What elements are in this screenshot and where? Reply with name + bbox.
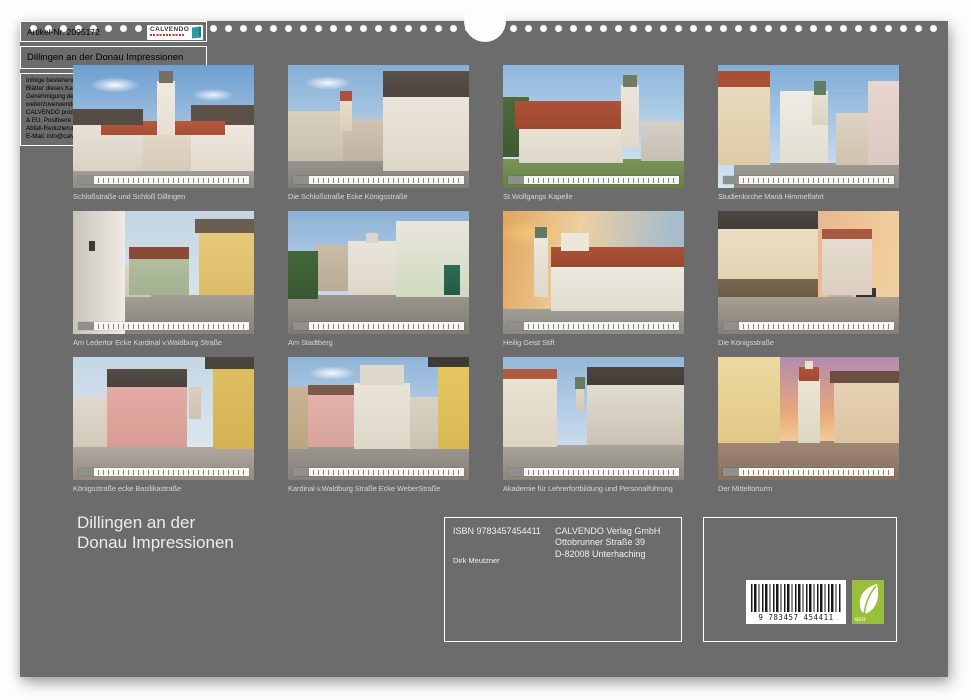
month-caption: Am Stadtberg: [288, 338, 469, 349]
month-caption: Die Königsstraße: [718, 338, 899, 349]
month-thumbnail: Der Mitteltorturm: [718, 357, 899, 495]
month-photo: [718, 211, 899, 334]
month-thumbnail: Studienkirche Mariä Himmelfahrt: [718, 65, 899, 203]
publisher-address: CALVENDO Verlag GmbH Ottobrunner Straße …: [555, 526, 660, 560]
month-caption: Am Ledertor Ecke Kardinal v.Waldburg Str…: [73, 338, 254, 349]
month-caption: Die Schloßstraße Ecke Königsstraße: [288, 192, 469, 203]
month-photo: [503, 357, 684, 480]
month-caption: Akademie für Lehrerfortbildung und Perso…: [503, 484, 684, 495]
publisher-city: D-82008 Unterhaching: [555, 549, 660, 560]
month-thumbnail: Schloßstraße und Schloß Dillingen: [73, 65, 254, 203]
publisher-box: ISBN 9783457454411 CALVENDO Verlag GmbH …: [444, 517, 682, 642]
month-caption: Heilig Geist Stift: [503, 338, 684, 349]
month-caption: Schloßstraße und Schloß Dillingen: [73, 192, 254, 203]
author-name: Dirk Meutzner: [453, 556, 500, 565]
mini-calendar-strip: [723, 322, 894, 330]
mini-calendar-strip: [508, 176, 679, 184]
mini-calendar-strip: [78, 176, 249, 184]
calvendo-logo-tagline: [150, 34, 184, 36]
month-photo: [288, 357, 469, 480]
thumbnail-grid: Schloßstraße und Schloß Dillingen Die Sc…: [73, 65, 899, 495]
month-photo: [73, 65, 254, 188]
month-thumbnail: Die Schloßstraße Ecke Königsstraße: [288, 65, 469, 203]
mini-calendar-strip: [508, 322, 679, 330]
publisher-street: Ottobrunner Straße 39: [555, 537, 660, 548]
back-title-line2: Donau Impressionen: [77, 533, 234, 553]
month-caption: Kardinal v.Waldburg Straße Ecke WeberStr…: [288, 484, 469, 495]
month-photo: [503, 65, 684, 188]
mini-calendar-strip: [78, 468, 249, 476]
month-caption: St.Wolfgangs Kapelle: [503, 192, 684, 203]
mini-calendar-strip: [723, 468, 894, 476]
month-thumbnail: Am Ledertor Ecke Kardinal v.Waldburg Str…: [73, 211, 254, 349]
back-title-line1: Dillingen an der: [77, 513, 234, 533]
leaf-icon: [856, 583, 880, 617]
eco-label: eco: [852, 580, 884, 624]
month-caption: Der Mitteltorturm: [718, 484, 899, 495]
month-thumbnail: Die Königsstraße: [718, 211, 899, 349]
month-photo: [288, 211, 469, 334]
month-caption: Studienkirche Mariä Himmelfahrt: [718, 192, 899, 203]
mini-calendar-strip: [293, 322, 464, 330]
ean-barcode: 9 783457 454411: [746, 580, 846, 624]
article-number: Artikel-Nr. 2095172: [27, 27, 100, 37]
back-title: Dillingen an der Donau Impressionen: [77, 513, 234, 554]
month-photo: [718, 65, 899, 188]
calvendo-logo: CALVENDO: [147, 25, 203, 40]
month-thumbnail: Am Stadtberg: [288, 211, 469, 349]
barcode-digits: 9 783457 454411: [751, 613, 841, 622]
month-thumbnail: Heilig Geist Stift: [503, 211, 684, 349]
barcode-bars: [751, 584, 841, 612]
month-thumbnail: Königsstraße ecke Basilikastraße: [73, 357, 254, 495]
month-photo: [718, 357, 899, 480]
calendar-page: Schloßstraße und Schloß Dillingen Die Sc…: [20, 21, 948, 677]
isbn-number: ISBN 9783457454411: [453, 526, 541, 536]
mini-calendar-strip: [293, 468, 464, 476]
month-photo: [288, 65, 469, 188]
mini-calendar-strip: [293, 176, 464, 184]
hanging-notch: [464, 0, 506, 42]
calvendo-book-icon: [192, 26, 201, 38]
article-number-row: Artikel-Nr. 2095172 CALVENDO: [20, 21, 207, 42]
mini-calendar-strip: [508, 468, 679, 476]
mini-calendar-strip: [723, 176, 894, 184]
barcode-box: 9 783457 454411 eco: [703, 517, 897, 642]
month-photo: [503, 211, 684, 334]
month-photo: [73, 357, 254, 480]
mini-calendar-strip: [78, 322, 249, 330]
month-photo: [73, 211, 254, 334]
month-thumbnail: Akademie für Lehrerfortbildung und Perso…: [503, 357, 684, 495]
month-caption: Königsstraße ecke Basilikastraße: [73, 484, 254, 495]
month-thumbnail: St.Wolfgangs Kapelle: [503, 65, 684, 203]
calendar-back-cover: Schloßstraße und Schloß Dillingen Die Sc…: [0, 0, 971, 700]
month-thumbnail: Kardinal v.Waldburg Straße Ecke WeberStr…: [288, 357, 469, 495]
eco-label-text: eco: [855, 616, 865, 623]
publisher-name: CALVENDO Verlag GmbH: [555, 526, 660, 537]
